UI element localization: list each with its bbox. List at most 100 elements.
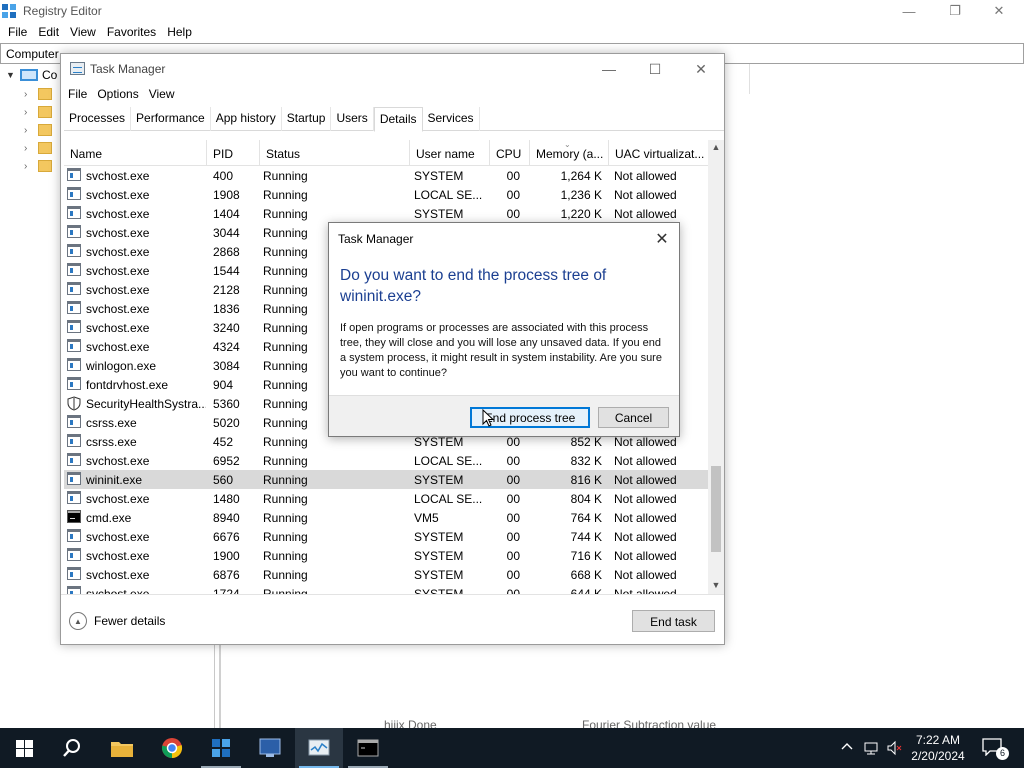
task-manager-maximize-button[interactable]: ☐	[632, 57, 678, 81]
table-row[interactable]: svchost.exe 1724 Running SYSTEM 00 644 K Not a…	[64, 584, 708, 594]
network-icon[interactable]	[863, 740, 879, 756]
show-hidden-icons-chevron-icon[interactable]	[839, 740, 855, 756]
cell-pid: 3084	[213, 359, 240, 373]
registry-close-button[interactable]: ✕	[976, 0, 1022, 22]
tab-performance[interactable]: Performance	[131, 107, 211, 131]
tm-menu-view[interactable]: View	[145, 84, 181, 106]
chevron-up-circle-icon[interactable]: ▲	[69, 612, 87, 630]
tab-app-history[interactable]: App history	[211, 107, 282, 131]
task-manager-close-button[interactable]: ✕	[678, 57, 724, 81]
chevron-right-icon[interactable]: ›	[24, 161, 38, 172]
chevron-right-icon[interactable]: ›	[24, 125, 38, 136]
chevron-right-icon[interactable]: ›	[24, 89, 38, 100]
table-row[interactable]: svchost.exe 1404 Running SYSTEM 00 1,220 K Not…	[64, 204, 708, 223]
cell-name: csrss.exe	[86, 416, 137, 430]
tree-item-hive[interactable]: ›	[24, 142, 52, 154]
end-task-button[interactable]: End task	[632, 610, 715, 632]
scroll-down-icon[interactable]: ▼	[708, 580, 724, 594]
cell-cpu: 00	[506, 568, 520, 582]
chrome-icon	[161, 738, 183, 759]
cell-cpu: 00	[506, 454, 520, 468]
task-manager-minimize-button[interactable]: —	[586, 57, 632, 81]
cell-pid: 3044	[213, 226, 240, 240]
search-button[interactable]	[48, 728, 96, 768]
task-manager-title-bar[interactable]: Task Manager — ☐ ✕	[61, 54, 724, 84]
process-window-icon	[67, 567, 81, 580]
process-window-icon	[67, 548, 81, 561]
taskbar-registry-editor[interactable]	[197, 728, 245, 768]
taskbar-file-explorer[interactable]	[98, 728, 146, 768]
table-row[interactable]: svchost.exe 6676 Running SYSTEM 00 744 K Not a…	[64, 527, 708, 546]
column-header-pid[interactable]: PID	[207, 140, 260, 166]
cell-name: svchost.exe	[86, 587, 150, 594]
tm-menu-file[interactable]: File	[64, 84, 93, 106]
tab-details[interactable]: Details	[373, 107, 423, 132]
registry-title-bar[interactable]: Registry Editor — ❐ ✕	[0, 0, 1024, 22]
column-header-status[interactable]: Status	[260, 140, 410, 166]
column-header-user-name[interactable]: User name	[410, 140, 490, 166]
tab-services[interactable]: Services	[423, 107, 480, 131]
command-prompt-icon	[357, 739, 379, 757]
column-header-name[interactable]: Name	[64, 140, 207, 166]
dialog-close-icon[interactable]: ✕	[652, 229, 672, 249]
column-header-cpu[interactable]: CPU	[490, 140, 530, 166]
cell-memory: 832 K	[570, 454, 602, 468]
cell-user-name: SYSTEM	[414, 435, 464, 449]
table-row[interactable]: svchost.exe 1480 Running LOCAL SE... 00 804 K…	[64, 489, 708, 508]
cell-name: svchost.exe	[86, 340, 150, 354]
table-row[interactable]: svchost.exe 1900 Running SYSTEM 00 716 K Not a…	[64, 546, 708, 565]
registry-menu-edit[interactable]: Edit	[34, 22, 64, 42]
action-center-button[interactable]: 6	[982, 738, 1009, 760]
table-row[interactable]: svchost.exe 6876 Running SYSTEM 00 668 K Not a…	[64, 565, 708, 584]
registry-minimize-button[interactable]: —	[886, 0, 932, 22]
scrollbar-thumb[interactable]	[711, 466, 721, 552]
cell-pid: 1480	[213, 492, 240, 506]
cell-cpu: 00	[506, 492, 520, 506]
cell-memory: 744 K	[570, 530, 602, 544]
cell-memory: 764 K	[570, 511, 602, 525]
table-row[interactable]: svchost.exe 1908 Running LOCAL SE... 00 1,236…	[64, 185, 708, 204]
table-row[interactable]: svchost.exe 400 Running SYSTEM 00 1,264 K Not …	[64, 166, 708, 185]
tree-item-hive[interactable]: ›	[24, 124, 52, 136]
cell-name: svchost.exe	[86, 302, 150, 316]
taskbar-chrome[interactable]	[148, 728, 196, 768]
cell-uac: Not allowed	[614, 454, 677, 468]
tree-item-hive[interactable]: ›	[24, 106, 52, 118]
registry-restore-button[interactable]: ❐	[932, 0, 978, 22]
taskbar-command-prompt[interactable]	[344, 728, 392, 768]
chevron-down-icon[interactable]: ▼	[6, 70, 20, 80]
cancel-button[interactable]: Cancel	[598, 407, 669, 428]
start-button[interactable]	[0, 728, 48, 768]
tree-item-hive[interactable]: ›	[24, 88, 52, 100]
scroll-up-icon[interactable]: ▲	[708, 142, 724, 156]
tree-item-computer[interactable]: ▼ Co	[6, 68, 57, 82]
tree-item-hive[interactable]: ›	[24, 160, 52, 172]
chevron-right-icon[interactable]: ›	[24, 143, 38, 154]
chevron-right-icon[interactable]: ›	[24, 107, 38, 118]
cell-uac: Not allowed	[614, 473, 677, 487]
registry-menu-view[interactable]: View	[66, 22, 101, 42]
clock-date: 2/20/2024	[911, 749, 965, 763]
folder-icon	[38, 142, 52, 154]
table-row-selected[interactable]: wininit.exe 560 Running SYSTEM 00 816 K Not al…	[64, 470, 708, 489]
tab-processes[interactable]: Processes	[64, 107, 132, 131]
taskbar-task-manager[interactable]	[295, 728, 343, 768]
table-row[interactable]: svchost.exe 6952 Running LOCAL SE... 00 832 K…	[64, 451, 708, 470]
tab-users[interactable]: Users	[331, 107, 374, 131]
cell-pid: 2128	[213, 283, 240, 297]
registry-menu-file[interactable]: File	[4, 22, 32, 42]
column-header-uac[interactable]: UAC virtualizat...	[609, 140, 708, 166]
table-row[interactable]: cmd.exe 8940 Running VM5 00 764 K Not allowed	[64, 508, 708, 527]
registry-menu-favorites[interactable]: Favorites	[103, 22, 161, 42]
taskbar-clock[interactable]: 7:22 AM 2/20/2024	[906, 732, 970, 764]
cell-memory: 668 K	[570, 568, 602, 582]
tab-startup[interactable]: Startup	[282, 107, 332, 131]
registry-menu-help[interactable]: Help	[163, 22, 197, 42]
volume-muted-icon[interactable]	[886, 740, 902, 756]
taskbar-app[interactable]	[246, 728, 294, 768]
details-vertical-scrollbar[interactable]: ▲ ▼	[708, 140, 724, 594]
fewer-details-link[interactable]: Fewer details	[94, 614, 165, 628]
tm-menu-options[interactable]: Options	[93, 84, 144, 106]
process-window-icon	[67, 282, 81, 295]
cell-name: svchost.exe	[86, 264, 150, 278]
